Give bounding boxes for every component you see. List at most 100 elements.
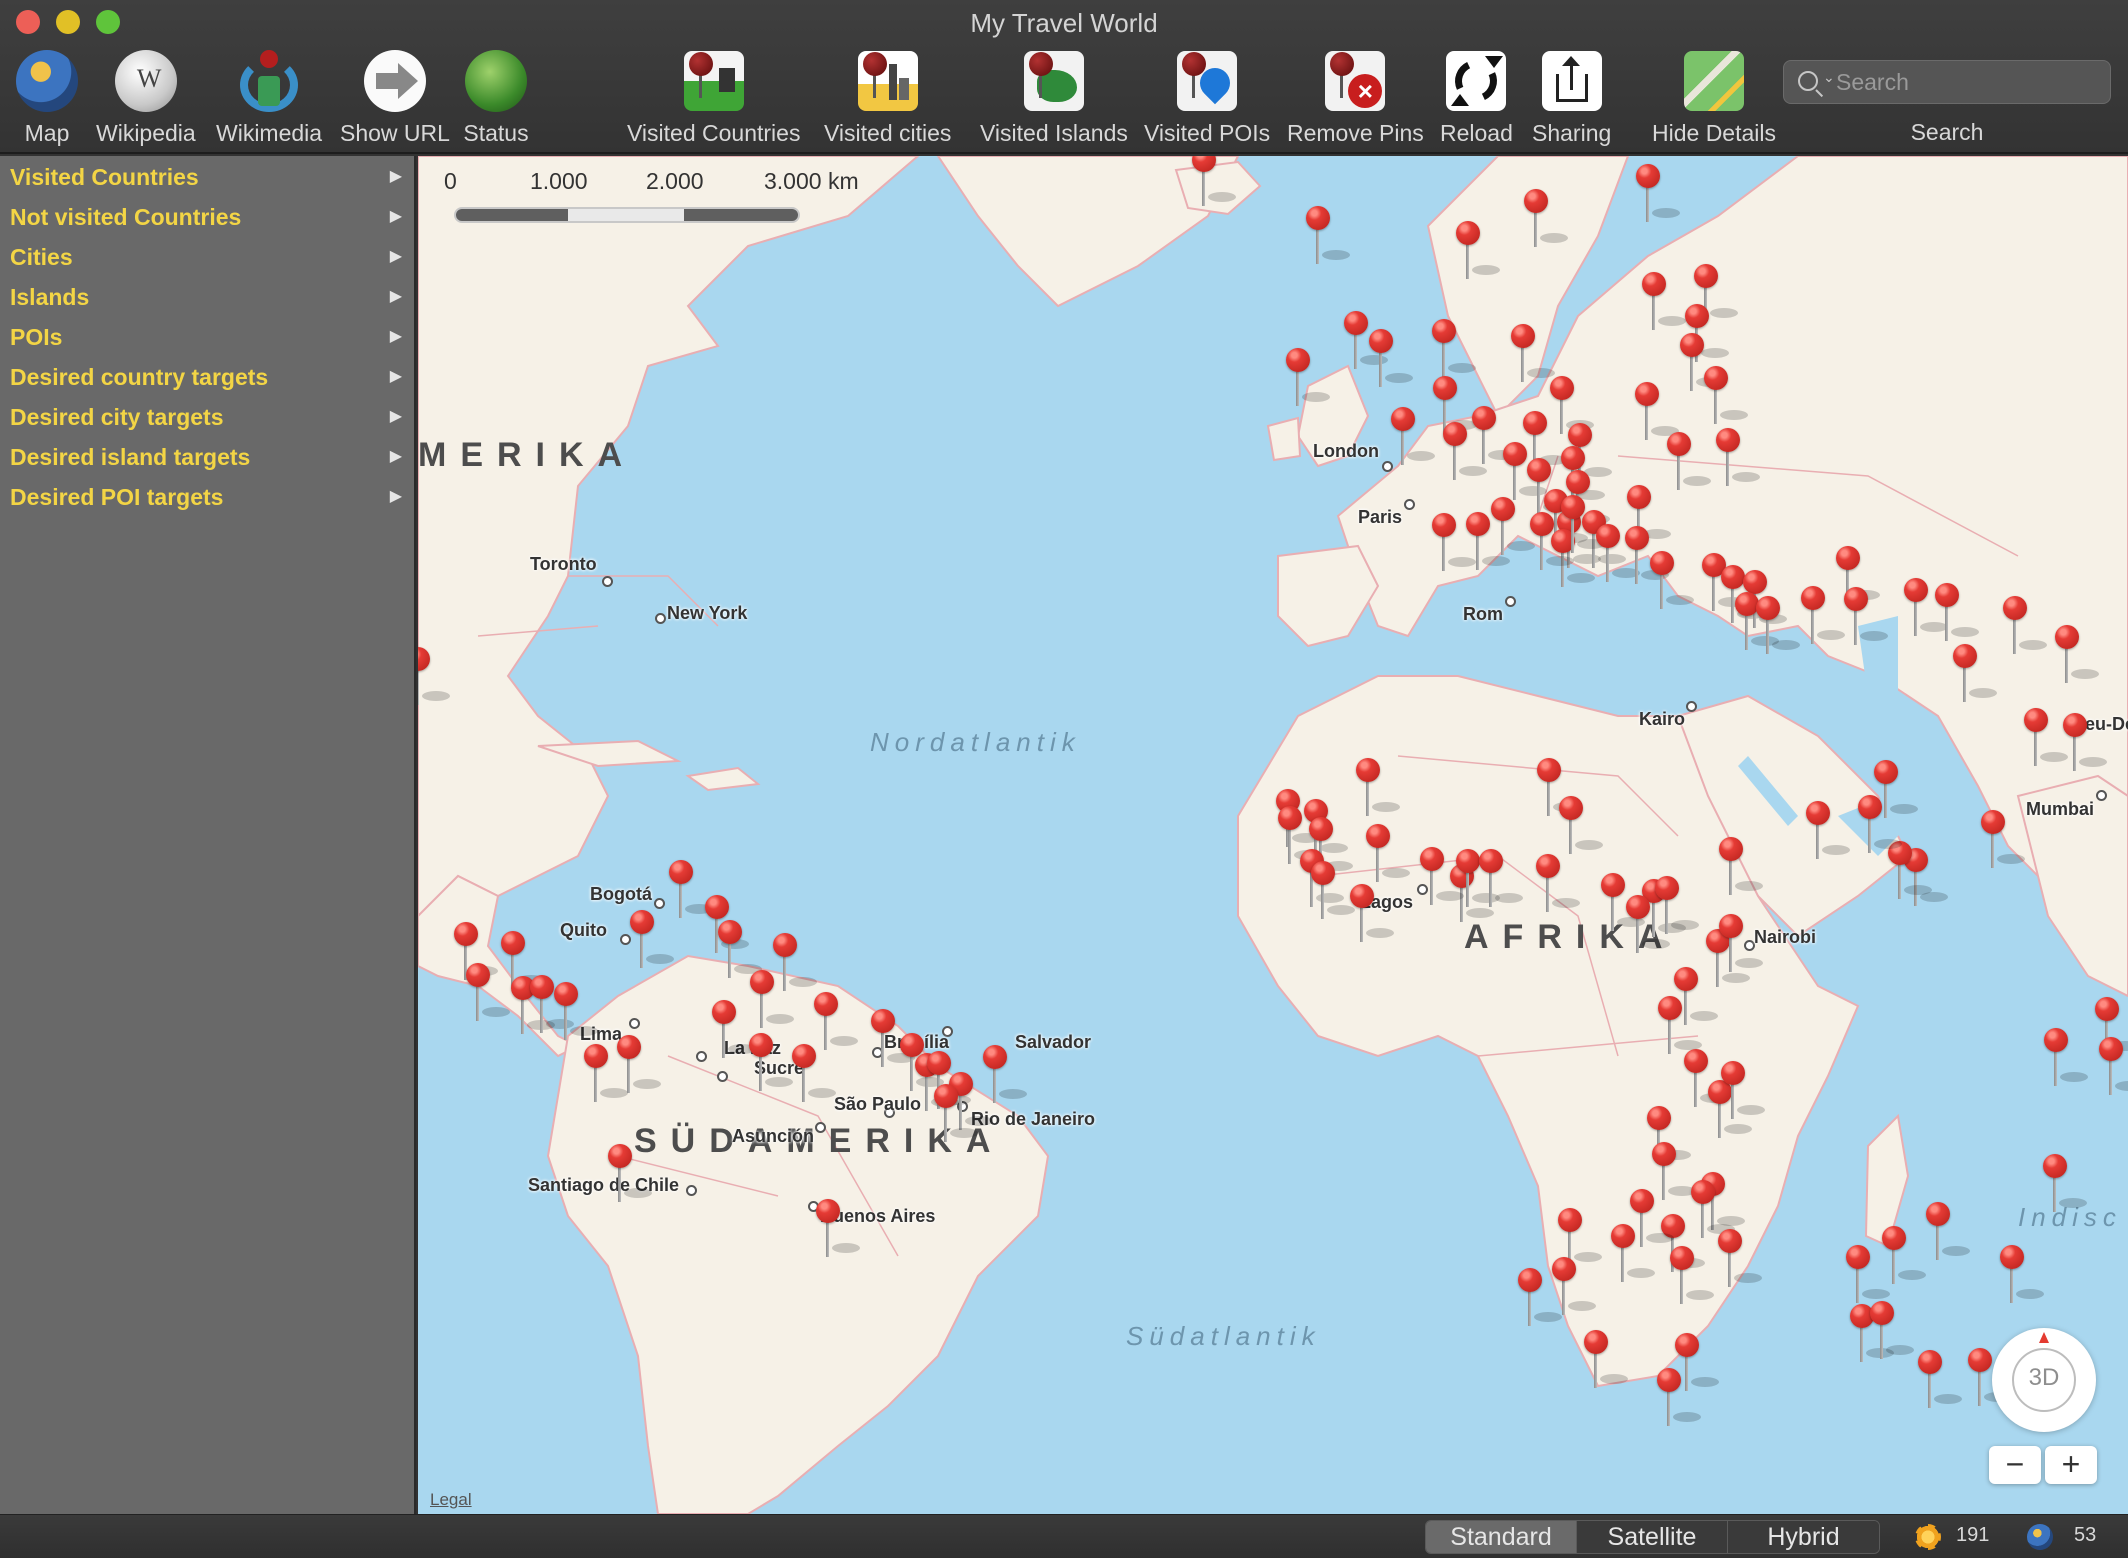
map-pin[interactable] (1806, 801, 1850, 861)
map-pin[interactable] (554, 982, 598, 1042)
map-pin[interactable] (1642, 272, 1686, 332)
disclosure-triangle-icon[interactable]: ▶ (390, 238, 402, 276)
map-pin[interactable] (1503, 442, 1547, 502)
map-pin[interactable] (1350, 884, 1394, 944)
map-pin[interactable] (1456, 221, 1500, 281)
zoom-out-button[interactable]: − (1989, 1446, 2041, 1484)
map-pin[interactable] (2043, 1154, 2087, 1214)
map-pin[interactable] (2000, 1245, 2044, 1305)
map-pin[interactable] (1511, 324, 1555, 384)
disclosure-triangle-icon[interactable]: ▶ (390, 478, 402, 516)
map-pin[interactable] (718, 920, 762, 980)
map-pin[interactable] (1278, 806, 1322, 866)
map-pin[interactable] (934, 1084, 978, 1144)
map-pin[interactable] (1652, 1142, 1696, 1202)
map-pin[interactable] (1491, 497, 1535, 557)
map-pin[interactable] (418, 647, 450, 707)
map-pin[interactable] (1311, 861, 1355, 921)
map-pin[interactable] (466, 963, 510, 1023)
map-pin[interactable] (1870, 1301, 1914, 1361)
disclosure-triangle-icon[interactable]: ▶ (390, 158, 402, 196)
map-pin[interactable] (617, 1035, 661, 1095)
map-pin[interactable] (1537, 758, 1581, 818)
map-pin[interactable] (1719, 914, 1763, 974)
sidebar-item-desired-city-targets[interactable]: Desired city targets ▶ (0, 398, 414, 436)
map-pin[interactable] (1601, 873, 1645, 933)
map-pin[interactable] (2024, 708, 2068, 768)
map-pin[interactable] (816, 1199, 860, 1259)
map-pin[interactable] (1344, 311, 1388, 371)
wikipedia-button[interactable]: W Wikipedia (96, 48, 196, 148)
map-pin[interactable] (530, 975, 574, 1035)
sidebar-item-pois[interactable]: POIs ▶ (0, 318, 414, 356)
map-type-standard[interactable]: Standard (1426, 1521, 1577, 1553)
map-pin[interactable] (1718, 1229, 1762, 1289)
sidebar-item-visited-countries[interactable]: Visited Countries ▶ (0, 158, 414, 196)
map-pin[interactable] (1192, 156, 1236, 208)
visited-pois-button[interactable]: Visited POIs (1144, 48, 1270, 148)
map-pin[interactable] (1858, 795, 1902, 855)
compass-3d-button[interactable]: 3D (1992, 1328, 2096, 1432)
sidebar-item-desired-country-targets[interactable]: Desired country targets ▶ (0, 358, 414, 396)
map-pin[interactable] (1536, 854, 1580, 914)
map-pin[interactable] (1904, 578, 1948, 638)
sidebar-item-not-visited-countries[interactable]: Not visited Countries ▶ (0, 198, 414, 236)
map-pin[interactable] (1561, 495, 1605, 555)
map-pin[interactable] (1625, 526, 1669, 586)
legal-link[interactable]: Legal (430, 1490, 472, 1510)
map-pin[interactable] (814, 992, 858, 1052)
map-pin[interactable] (1918, 1350, 1962, 1410)
map-pin[interactable] (749, 1033, 793, 1093)
map-pin[interactable] (1356, 758, 1400, 818)
disclosure-triangle-icon[interactable]: ▶ (390, 198, 402, 236)
map-pin[interactable] (792, 1044, 836, 1104)
map-type-hybrid[interactable]: Hybrid (1728, 1521, 1879, 1553)
map-pin[interactable] (608, 1144, 652, 1204)
map-pin[interactable] (1626, 895, 1670, 955)
map-pin[interactable] (2063, 713, 2107, 773)
map-pin[interactable] (1286, 348, 1330, 408)
map-pin[interactable] (2044, 1028, 2088, 1088)
map-pin[interactable] (1844, 587, 1888, 647)
map-pin[interactable] (1926, 1202, 1970, 1262)
map-pin[interactable] (1518, 1268, 1562, 1328)
map-pin[interactable] (1369, 329, 1413, 389)
map-pin[interactable] (1630, 1189, 1674, 1249)
visited-countries-button[interactable]: Visited Countries (627, 48, 800, 148)
map-pin[interactable] (1684, 1049, 1728, 1109)
map-pin[interactable] (2055, 625, 2099, 685)
map-pin[interactable] (1456, 849, 1500, 909)
sidebar-item-desired-island-targets[interactable]: Desired island targets ▶ (0, 438, 414, 476)
map-pin[interactable] (1432, 319, 1476, 379)
map-pin[interactable] (1716, 428, 1760, 488)
map-pin[interactable] (1443, 422, 1487, 482)
map-pin[interactable] (1306, 206, 1350, 266)
map-pin[interactable] (1658, 996, 1702, 1056)
map-pin[interactable] (1391, 407, 1435, 467)
map-pin[interactable] (1472, 406, 1516, 466)
map-pin[interactable] (1721, 1061, 1765, 1121)
show-url-button[interactable]: Show URL (340, 48, 450, 148)
map-pin[interactable] (669, 860, 713, 920)
status-button[interactable]: Status (463, 48, 529, 148)
disclosure-triangle-icon[interactable]: ▶ (390, 278, 402, 316)
map-pin[interactable] (1670, 1246, 1714, 1306)
map-pin[interactable] (2003, 596, 2047, 656)
sidebar-item-cities[interactable]: Cities ▶ (0, 238, 414, 276)
map-pin[interactable] (1801, 586, 1845, 646)
map-type-satellite[interactable]: Satellite (1577, 1521, 1728, 1553)
disclosure-triangle-icon[interactable]: ▶ (390, 318, 402, 356)
map-pin[interactable] (1657, 1368, 1701, 1428)
map-pin[interactable] (750, 970, 794, 1030)
map-pin[interactable] (1953, 644, 1997, 704)
hide-details-button[interactable]: Hide Details (1652, 48, 1776, 148)
remove-pins-button[interactable]: × Remove Pins (1287, 48, 1424, 148)
map-pin[interactable] (1596, 524, 1640, 584)
map-pin[interactable] (773, 933, 817, 993)
zoom-in-button[interactable]: + (2045, 1446, 2097, 1484)
map-pin[interactable] (1655, 876, 1699, 936)
map-pin[interactable] (1530, 512, 1574, 572)
map-pin[interactable] (1635, 382, 1679, 442)
disclosure-triangle-icon[interactable]: ▶ (390, 398, 402, 436)
map-pin[interactable] (1559, 796, 1603, 856)
